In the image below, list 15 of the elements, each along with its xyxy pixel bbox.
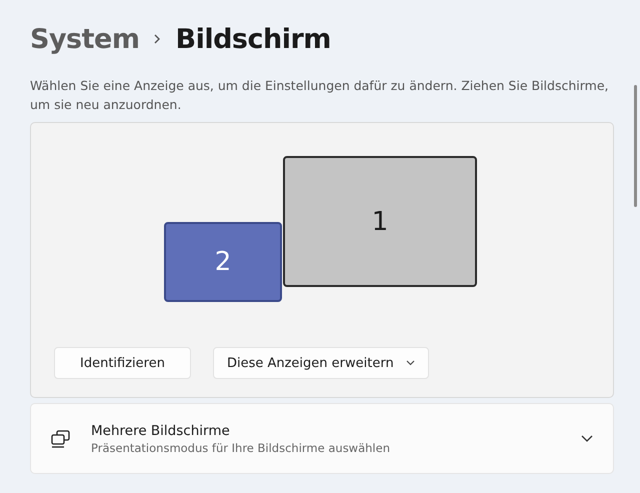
display-mode-dropdown[interactable]: Diese Anzeigen erweitern	[212, 347, 429, 379]
monitors-icon	[51, 430, 71, 448]
settings-card[interactable]: Mehrere Bildschirme Präsentationsmodus für Ihre Bildschirme auswählen	[30, 403, 614, 474]
setting-subtitle: Präsentationsmodus für Ihre Bildschirme auswählen	[91, 440, 391, 454]
caret-icon	[406, 360, 415, 366]
chevron-icon	[153, 33, 162, 45]
setting-title: Mehrere Bildschirme	[91, 422, 231, 438]
chevron-icon[interactable]	[581, 434, 593, 442]
scrollbar[interactable]	[634, 85, 637, 207]
display-tile[interactable]: 1	[283, 156, 477, 287]
breadcrumb-parent[interactable]: System	[30, 24, 140, 54]
description: Wählen Sie eine Anzeige aus, um die Einstellungen dafür zu ändern. Ziehen Sie Bildschirme, um sie neu anzuordnen.	[30, 77, 610, 114]
identify-button[interactable]: Identifizieren	[54, 347, 191, 379]
page-title: Bildschirm	[175, 24, 331, 54]
display-tile[interactable]: 2	[164, 222, 282, 302]
